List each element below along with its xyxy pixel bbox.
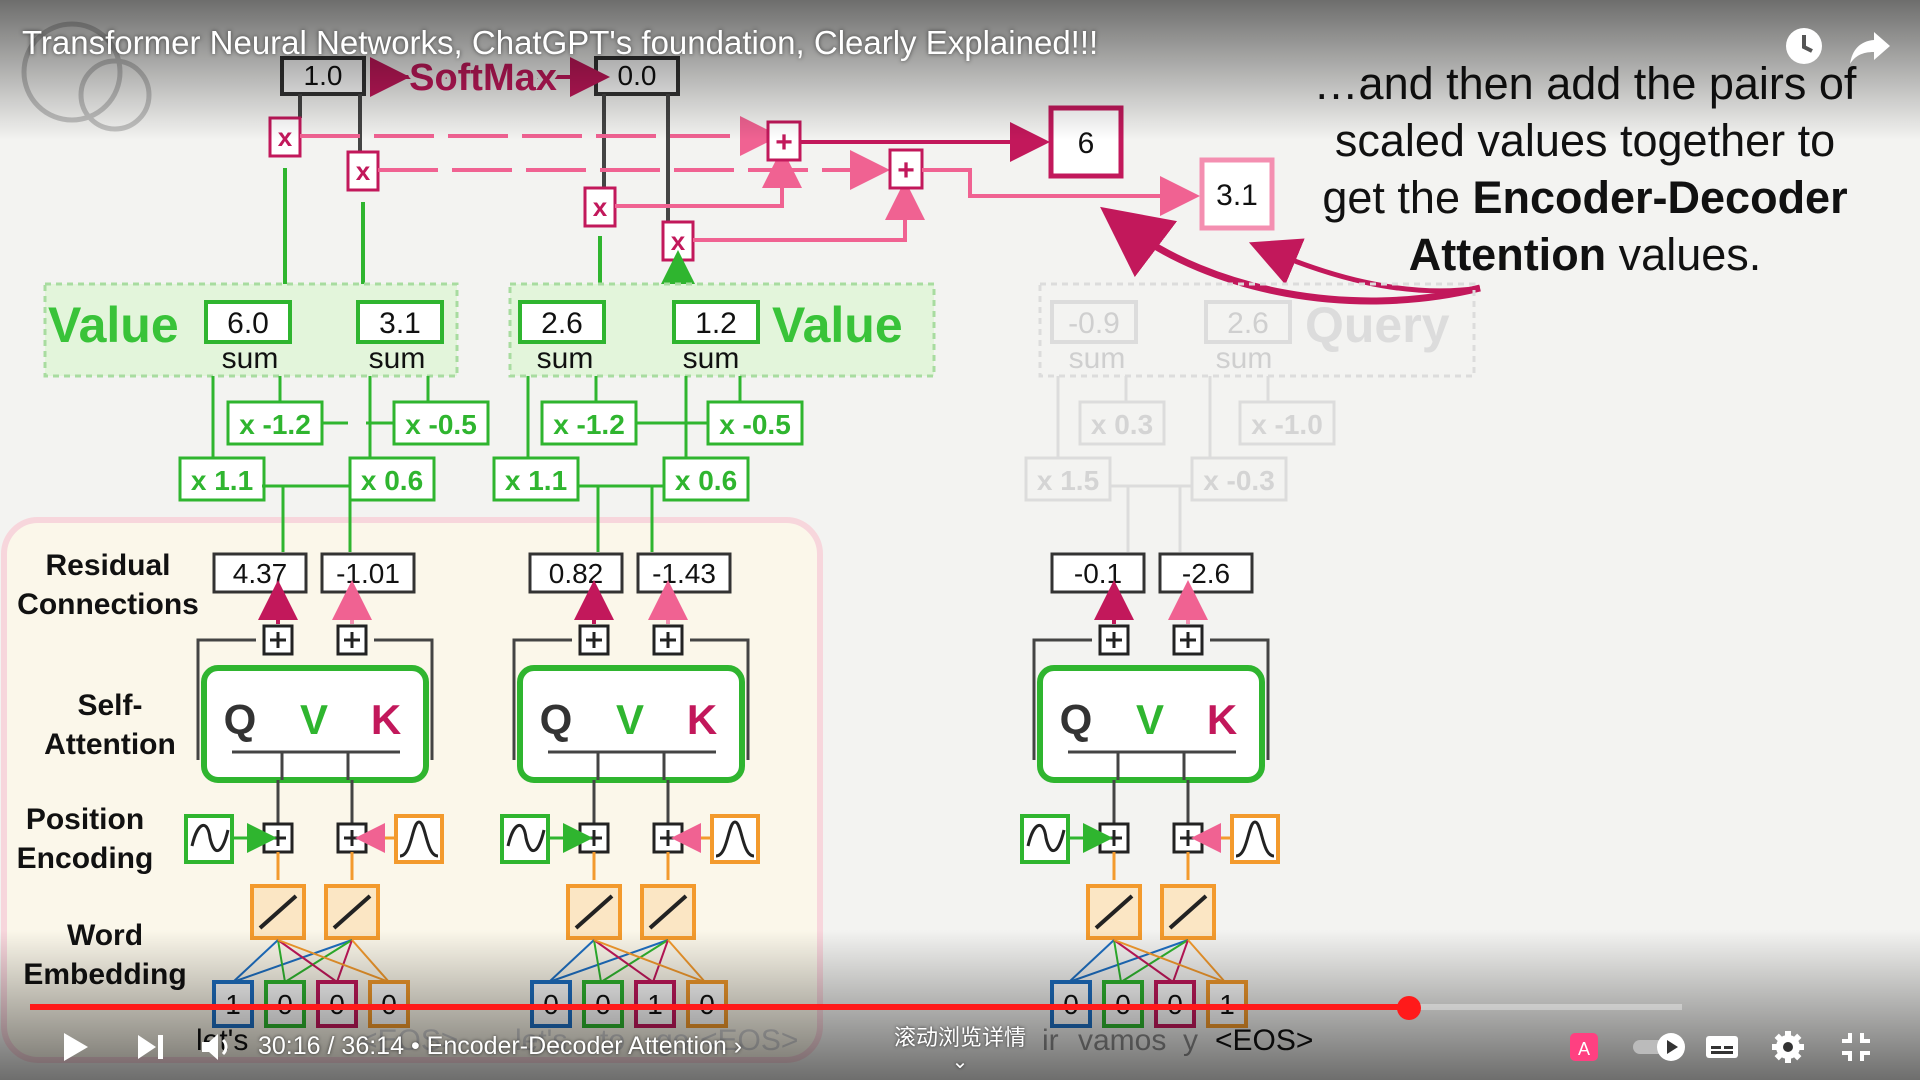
weight-label: x 0.6 — [361, 465, 423, 496]
residual-value: -0.1 — [1074, 558, 1122, 589]
residual-value: 4.37 — [233, 558, 288, 589]
mute-button[interactable] — [190, 1022, 242, 1072]
chapter-chevron: › — [733, 1032, 743, 1060]
result-value: 3.1 — [1216, 179, 1258, 212]
value-label: Value — [48, 297, 179, 353]
multiply-symbol: x — [671, 226, 686, 256]
autoplay-toggle[interactable] — [1626, 1022, 1696, 1072]
softmax-input-value: 0.0 — [618, 60, 657, 91]
sum-label: sum — [1216, 342, 1273, 375]
duration: 36:14 — [341, 1032, 404, 1060]
token-label: y — [1183, 1024, 1198, 1057]
play-button[interactable] — [48, 1022, 100, 1072]
scroll-hint[interactable]: 滚动浏览详情 ⌄ — [890, 1020, 1030, 1072]
scroll-hint-text: 滚动浏览详情 — [893, 1025, 1026, 1050]
share-icon[interactable] — [1846, 22, 1894, 70]
word-embedding-caption: Word Embedding — [23, 919, 187, 991]
autoplay-icon — [1633, 1033, 1685, 1061]
value-label: Value — [772, 297, 903, 353]
attention-letter: Q — [540, 696, 573, 743]
adder-symbol: + — [775, 126, 793, 159]
multiply-symbol: x — [356, 156, 371, 186]
multiply-symbol: x — [278, 122, 293, 152]
adder-symbol: + — [897, 154, 915, 187]
gear-icon — [1772, 1031, 1804, 1063]
weight-label: x -1.0 — [1251, 409, 1323, 440]
weight-label: x -0.3 — [1203, 465, 1275, 496]
query-number: 2.6 — [1227, 307, 1269, 340]
attention-letter: V — [1136, 696, 1164, 743]
weight-label: x -1.2 — [553, 409, 625, 440]
attention-letter: K — [1207, 696, 1237, 743]
residual-value: 0.82 — [549, 558, 604, 589]
token-label: <EOS> — [1215, 1024, 1313, 1057]
softmax-label: SoftMax — [409, 57, 557, 99]
value-number: 3.1 — [379, 307, 421, 340]
weight-label: x -0.5 — [719, 409, 791, 440]
attention-letter: V — [616, 696, 644, 743]
sum-label: sum — [1069, 342, 1126, 375]
chevron-down-icon: ⌄ — [951, 1051, 969, 1073]
weight-label: x 1.1 — [505, 465, 567, 496]
current-time: 30:16 — [258, 1032, 321, 1060]
weight-label: x 0.6 — [675, 465, 737, 496]
value-number: 1.2 — [695, 307, 737, 340]
volume-icon — [202, 1034, 228, 1060]
weight-label: x 1.1 — [191, 465, 253, 496]
weight-label: x -1.2 — [239, 409, 311, 440]
svg-text:A: A — [1578, 1039, 1590, 1059]
value-number: 6.0 — [227, 307, 269, 340]
connector — [1112, 780, 1190, 824]
query-number: -0.9 — [1068, 307, 1120, 340]
captions-icon — [1706, 1036, 1738, 1058]
attention-letter: V — [300, 696, 328, 743]
embedding-weight-line — [1113, 939, 1174, 983]
residual-value: -1.01 — [336, 558, 400, 589]
next-button[interactable] — [124, 1022, 176, 1072]
token-label: ir — [1042, 1024, 1059, 1057]
sum-label: sum — [222, 342, 279, 375]
watch-later-icon[interactable] — [1780, 22, 1828, 70]
sum-label: sum — [683, 342, 740, 375]
time-display: 30:16 / 36:14 • Encoder-Decoder Attentio… — [258, 1032, 743, 1060]
value-number: 2.6 — [541, 307, 583, 340]
multiply-symbol: x — [593, 192, 608, 222]
residual-caption: Residual Connections — [17, 549, 199, 621]
exit-fullscreen-button[interactable] — [1830, 1022, 1882, 1072]
result-value: 6 — [1078, 127, 1095, 160]
translate-icon: A — [1570, 1033, 1598, 1061]
embedding-weight-line — [1068, 939, 1115, 983]
play-icon — [64, 1033, 88, 1061]
embedding-weight-line — [1172, 939, 1189, 983]
attention-letter: Q — [224, 696, 257, 743]
attention-letter: K — [687, 696, 717, 743]
subtitles-button[interactable] — [1696, 1022, 1748, 1072]
progress-played — [30, 1004, 1410, 1010]
narration-text: …and then add the pairs of scaled values… — [1313, 58, 1857, 280]
auto-translate-button[interactable]: A — [1558, 1022, 1610, 1072]
attention-letter: K — [371, 696, 401, 743]
next-icon — [138, 1035, 163, 1059]
weight-label: x 0.3 — [1091, 409, 1153, 440]
weight-label: x -0.5 — [405, 409, 477, 440]
chapter-title[interactable]: Encoder-Decoder Attention — [427, 1032, 727, 1060]
softmax-input-value: 1.0 — [304, 60, 343, 91]
exit-fullscreen-icon — [1842, 1033, 1870, 1061]
weight-label: x 1.5 — [1037, 465, 1099, 496]
progress-bar[interactable] — [30, 996, 1682, 1020]
self-attention-caption: Self- Attention — [44, 689, 176, 761]
token-label: vamos — [1078, 1024, 1166, 1057]
position-encoding-caption: Position Encoding — [16, 803, 154, 875]
video-title[interactable]: Transformer Neural Networks, ChatGPT's f… — [22, 24, 1098, 62]
sum-label: sum — [369, 342, 426, 375]
video-player[interactable]: 1.0 0.0 SoftMax x x x x + + 6 3.1 Value … — [0, 0, 1920, 1080]
attention-letter: Q — [1060, 696, 1093, 743]
query-label: Query — [1305, 297, 1450, 353]
residual-value: -1.43 — [652, 558, 716, 589]
settings-button[interactable] — [1762, 1022, 1814, 1072]
sum-label: sum — [537, 342, 594, 375]
embedding-weight-line — [1113, 939, 1122, 983]
residual-value: -2.6 — [1182, 558, 1230, 589]
